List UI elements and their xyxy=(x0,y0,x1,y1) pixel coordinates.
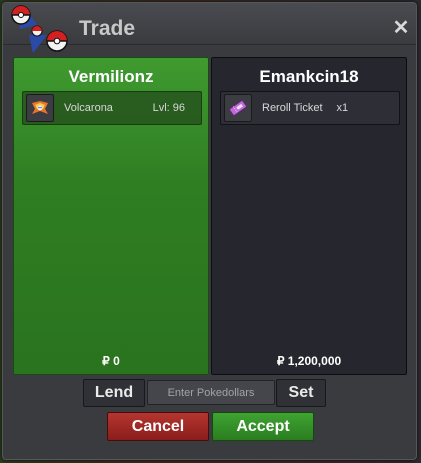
right-offer-item[interactable]: Reroll Ticket x1 xyxy=(220,91,400,125)
accept-button[interactable]: Accept xyxy=(212,412,314,441)
left-player-name: Vermilionz xyxy=(68,67,154,86)
right-item-name: Reroll Ticket xyxy=(262,102,323,114)
right-trade-panel: Emankcin18 Reroll Ticket x1 ₽ 1,200,000 xyxy=(211,57,407,375)
right-player-name: Emankcin18 xyxy=(259,67,359,86)
reroll-ticket-icon xyxy=(224,94,252,122)
right-money-amount: ₽ 1,200,000 xyxy=(276,354,342,368)
left-money-amount: ₽ 0 xyxy=(102,354,120,368)
cancel-button[interactable]: Cancel xyxy=(107,412,209,441)
pokeball-logo-icon xyxy=(11,5,68,53)
lend-button[interactable]: Lend xyxy=(83,379,145,407)
volcarona-icon xyxy=(26,94,54,122)
left-item-name: Volcarona xyxy=(64,102,113,114)
close-icon[interactable]: ✕ xyxy=(392,18,410,38)
left-trade-panel: Vermilionz Volcarona Lvl: 96 ₽ 0 xyxy=(13,57,209,375)
left-item-level: Lvl: 96 xyxy=(152,102,185,114)
trade-window: Trade ✕ Vermilionz Volcarona Lvl: 96 ₽ 0… xyxy=(2,2,417,460)
right-item-quantity: x1 xyxy=(336,102,349,114)
set-money-button[interactable]: Set xyxy=(276,379,326,407)
left-offer-item[interactable]: Volcarona Lvl: 96 xyxy=(22,91,202,125)
pokedollars-input[interactable] xyxy=(147,380,275,405)
window-title: Trade xyxy=(79,17,136,40)
